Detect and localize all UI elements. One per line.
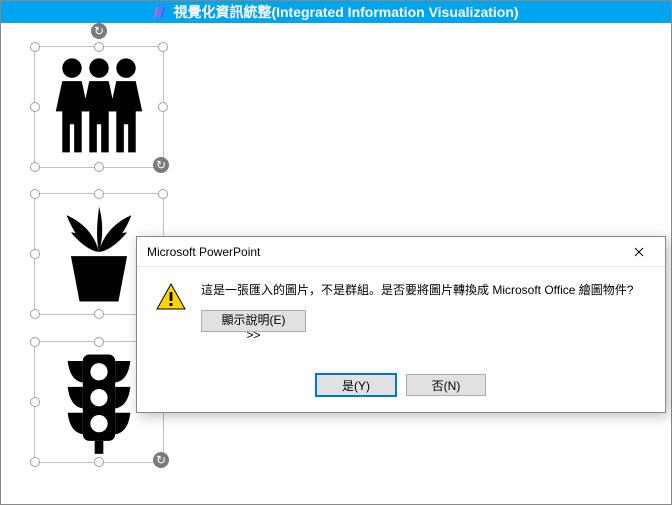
- slide-title: 視覺化資訊統整(Integrated Information Visualiza…: [173, 2, 518, 22]
- people-group-icon: [41, 53, 157, 161]
- dialog-titlebar[interactable]: Microsoft PowerPoint: [137, 237, 665, 267]
- resize-handle[interactable]: [94, 457, 104, 467]
- yes-button[interactable]: 是(Y): [316, 374, 396, 396]
- app-logo: [153, 5, 167, 19]
- resize-handle[interactable]: [30, 309, 40, 319]
- shape-people[interactable]: ↻ ↻: [34, 46, 164, 168]
- slide-title-bar: 視覺化資訊統整(Integrated Information Visualiza…: [1, 1, 671, 23]
- resize-handle[interactable]: [94, 42, 104, 52]
- resize-handle[interactable]: [30, 249, 40, 259]
- expand-help-button[interactable]: 顯示說明(E) >>: [201, 310, 306, 332]
- resize-handle[interactable]: [94, 189, 104, 199]
- resize-handle[interactable]: [30, 457, 40, 467]
- no-button[interactable]: 否(N): [406, 374, 486, 396]
- dialog-message: 這是一張匯入的圖片，不是群組。是否要將圖片轉換成 Microsoft Offic…: [201, 281, 651, 298]
- dialog-body: 這是一張匯入的圖片，不是群組。是否要將圖片轉換成 Microsoft Offic…: [137, 267, 665, 364]
- resize-handle[interactable]: [30, 102, 40, 112]
- slide-canvas[interactable]: ↻ ↻ ↻: [1, 23, 671, 504]
- resize-handle[interactable]: [30, 397, 40, 407]
- resize-handle[interactable]: [94, 162, 104, 172]
- resize-handle[interactable]: [94, 337, 104, 347]
- dialog-footer: 是(Y) 否(N): [137, 364, 665, 412]
- warning-icon: [155, 281, 187, 313]
- resize-handle[interactable]: [30, 42, 40, 52]
- resize-handle[interactable]: [158, 42, 168, 52]
- dialog: Microsoft PowerPoint 這是一張匯入的圖片，不是群組。是否要將…: [136, 236, 666, 413]
- resize-handle[interactable]: [158, 102, 168, 112]
- resize-handle[interactable]: [94, 309, 104, 319]
- rotate-handle-icon[interactable]: ↻: [91, 23, 107, 39]
- resize-handle[interactable]: [30, 162, 40, 172]
- resize-handle[interactable]: [30, 337, 40, 347]
- resize-handle[interactable]: [30, 189, 40, 199]
- dialog-title: Microsoft PowerPoint: [147, 245, 260, 259]
- resize-handle[interactable]: [158, 189, 168, 199]
- close-icon[interactable]: [621, 240, 657, 264]
